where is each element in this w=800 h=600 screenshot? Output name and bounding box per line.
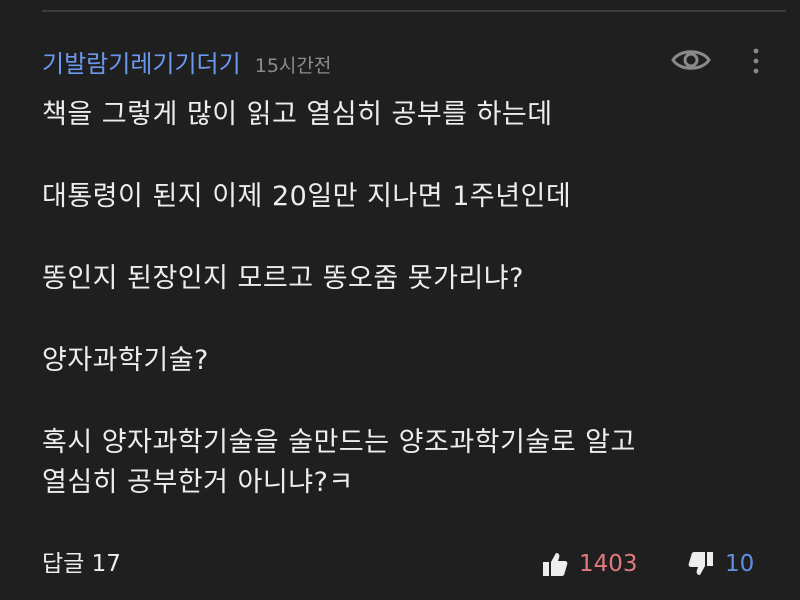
like-count: 1403 — [579, 551, 638, 577]
thumbs-down-icon[interactable] — [687, 550, 715, 578]
comment-line: 혹시 양자과학기술을 술만드는 양조과학기술로 알고 — [42, 427, 636, 458]
comment-body: 책을 그렇게 많이 읽고 열심히 공부를 하는데 대통령이 된지 이제 20일만… — [42, 95, 782, 503]
eye-icon[interactable] — [670, 44, 712, 76]
dislike-count: 10 — [725, 551, 755, 577]
comment-line: 양자과학기술? — [42, 345, 209, 376]
comment-timestamp: 15시간전 — [254, 55, 332, 77]
comment-header: 기발람기레기기더기 15시간전 — [42, 44, 331, 79]
comment-line: 대통령이 된지 이제 20일만 지나면 1주년인데 — [42, 181, 572, 212]
comment-footer: 답글 17 1403 10 — [42, 546, 762, 582]
comment-line: 똥인지 된장인지 모르고 똥오줌 못가리냐? — [42, 263, 524, 294]
top-divider — [42, 10, 786, 12]
reply-count-button[interactable]: 답글 17 — [42, 546, 121, 582]
comment-view: 기발람기레기기더기 15시간전 책을 그렇게 많이 읽고 열심히 공부를 하는데… — [0, 0, 800, 600]
comment-line: 열심히 공부한거 아니냐?ㅋ — [42, 467, 354, 498]
comment-author[interactable]: 기발람기레기기더기 — [42, 44, 241, 79]
more-vertical-icon[interactable] — [744, 44, 768, 78]
comment-line: 책을 그렇게 많이 읽고 열심히 공부를 하는데 — [42, 99, 553, 130]
thumbs-up-icon[interactable] — [541, 550, 569, 578]
